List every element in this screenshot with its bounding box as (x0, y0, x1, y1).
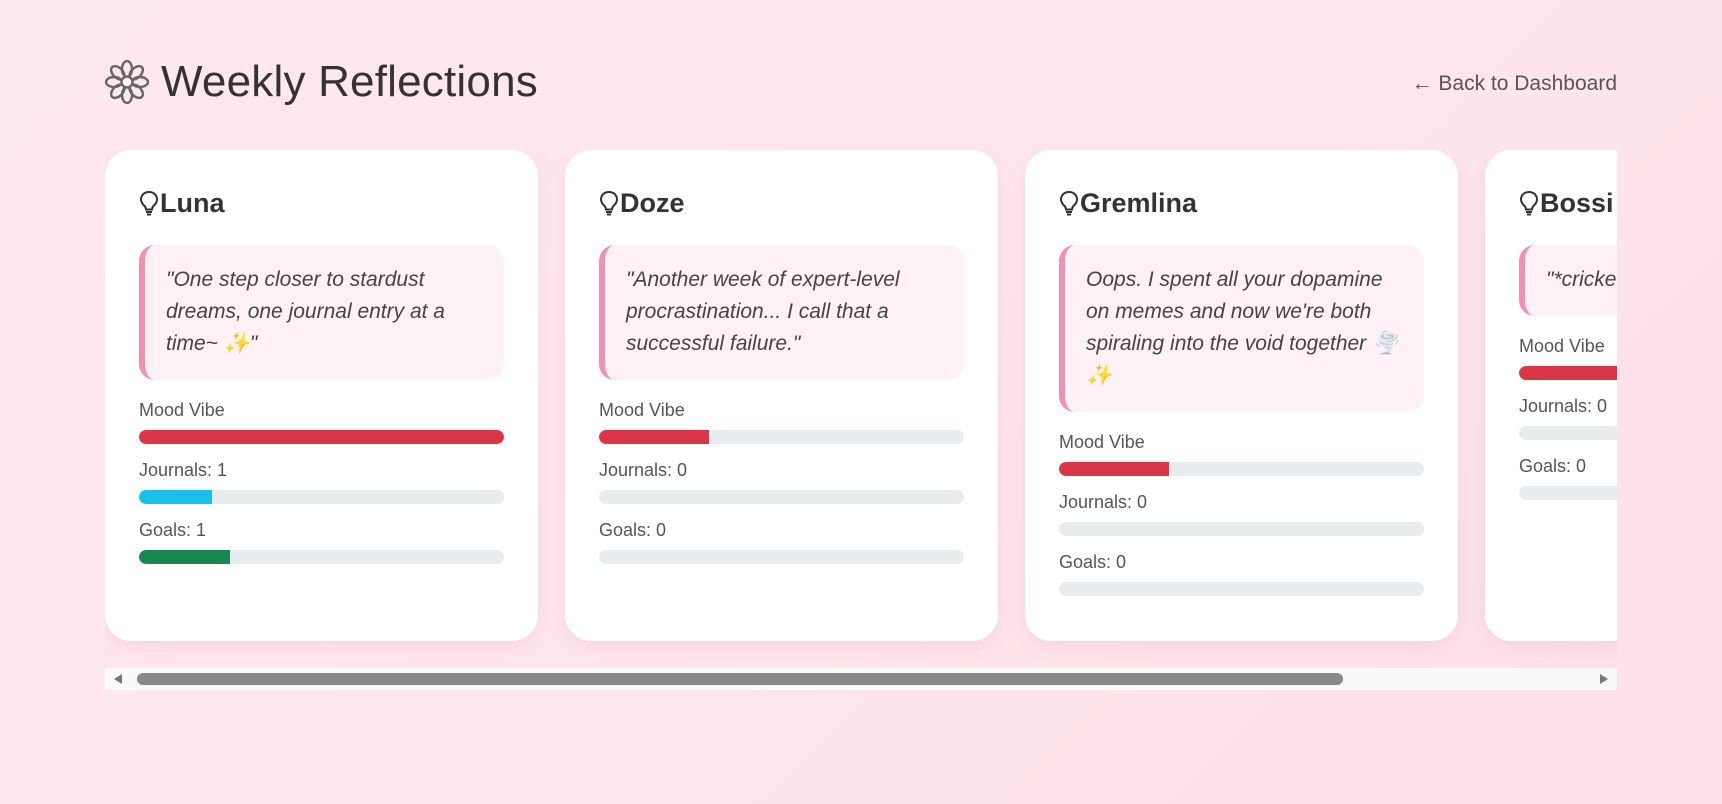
scroll-left-arrow-icon[interactable] (114, 674, 122, 684)
reflections-carousel[interactable]: Luna "One step closer to stardust dreams… (105, 150, 1617, 690)
mood-stat: Mood Vibe (1519, 336, 1617, 380)
mood-bar-fill (1519, 366, 1617, 380)
journals-label: Journals: 1 (139, 460, 228, 480)
goals-bar (599, 550, 964, 564)
flower-icon (104, 59, 150, 105)
mood-bar-fill (1059, 462, 1169, 476)
journals-bar (1519, 426, 1617, 440)
mood-stat: Mood Vibe (599, 400, 964, 444)
goals-label: Goals: 0 (1519, 456, 1587, 476)
reflection-quote: "*cricke least yo inconsi (1519, 245, 1617, 316)
lightbulb-icon (1059, 190, 1079, 216)
goals-bar (139, 550, 504, 564)
page-header: Weekly Reflections ← Back to Dashboard (104, 52, 1617, 112)
journals-label: Journals: 0 (599, 460, 688, 480)
reflection-card-doze: Doze "Another week of expert-level procr… (565, 150, 998, 641)
mood-bar (1059, 462, 1424, 476)
goals-bar (1519, 486, 1617, 500)
mood-bar (599, 430, 964, 444)
mood-label: Mood Vibe (1059, 432, 1145, 452)
lightbulb-icon (1519, 190, 1539, 216)
back-to-dashboard-link[interactable]: ← Back to Dashboard (1412, 72, 1617, 96)
goals-stat: Goals: 0 (1519, 456, 1617, 500)
horizontal-scrollbar[interactable] (105, 668, 1617, 690)
journals-bar (599, 490, 964, 504)
mood-bar-fill (139, 430, 504, 444)
goals-stat: Goals: 0 (599, 520, 964, 564)
goals-label: Goals: 0 (1059, 552, 1127, 572)
goals-bar (1059, 582, 1424, 596)
journals-label: Journals: 0 (1059, 492, 1148, 512)
mood-stat: Mood Vibe (1059, 432, 1424, 476)
goals-stat: Goals: 0 (1059, 552, 1424, 596)
reflection-card-luna: Luna "One step closer to stardust dreams… (105, 150, 538, 641)
lightbulb-icon (139, 190, 159, 216)
card-name: Luna (160, 187, 225, 218)
reflection-quote: "Another week of expert-level procrastin… (599, 245, 964, 380)
goals-bar-fill (139, 550, 231, 564)
reflection-quote: "One step closer to stardust dreams, one… (139, 245, 504, 380)
journals-stat: Journals: 0 (1519, 396, 1617, 440)
reflection-card-bossi: Bossi "*cricke least yo inconsi Mood Vib… (1485, 150, 1617, 641)
title-group: Weekly Reflections (104, 52, 538, 112)
reflection-quote: Oops. I spent all your dopamine on memes… (1059, 245, 1424, 412)
mood-stat: Mood Vibe (139, 400, 504, 444)
mood-bar (139, 430, 504, 444)
mood-label: Mood Vibe (599, 400, 685, 420)
card-title: Luna (139, 188, 504, 218)
cards-track: Luna "One step closer to stardust dreams… (105, 150, 1617, 641)
journals-bar (139, 490, 504, 504)
mood-label: Mood Vibe (139, 400, 225, 420)
scrollbar-thumb[interactable] (137, 673, 1343, 685)
card-title: Doze (599, 188, 964, 218)
reflection-card-gremlina: Gremlina Oops. I spent all your dopamine… (1025, 150, 1458, 641)
mood-bar-fill (599, 430, 709, 444)
journals-stat: Journals: 0 (599, 460, 964, 504)
card-name: Gremlina (1080, 187, 1198, 218)
journals-bar (1059, 522, 1424, 536)
journals-label: Journals: 0 (1519, 396, 1608, 416)
goals-label: Goals: 1 (139, 520, 207, 540)
card-name: Doze (620, 187, 685, 218)
goals-stat: Goals: 1 (139, 520, 504, 564)
card-title: Gremlina (1059, 188, 1424, 218)
page-title: Weekly Reflections (161, 57, 538, 106)
lightbulb-icon (599, 190, 619, 216)
card-title: Bossi (1519, 188, 1617, 218)
goals-label: Goals: 0 (599, 520, 667, 540)
journals-stat: Journals: 1 (139, 460, 504, 504)
mood-bar (1519, 366, 1617, 380)
journals-bar-fill (139, 490, 212, 504)
journals-stat: Journals: 0 (1059, 492, 1424, 536)
card-name: Bossi (1540, 187, 1614, 218)
mood-label: Mood Vibe (1519, 336, 1605, 356)
scroll-right-arrow-icon[interactable] (1600, 674, 1608, 684)
